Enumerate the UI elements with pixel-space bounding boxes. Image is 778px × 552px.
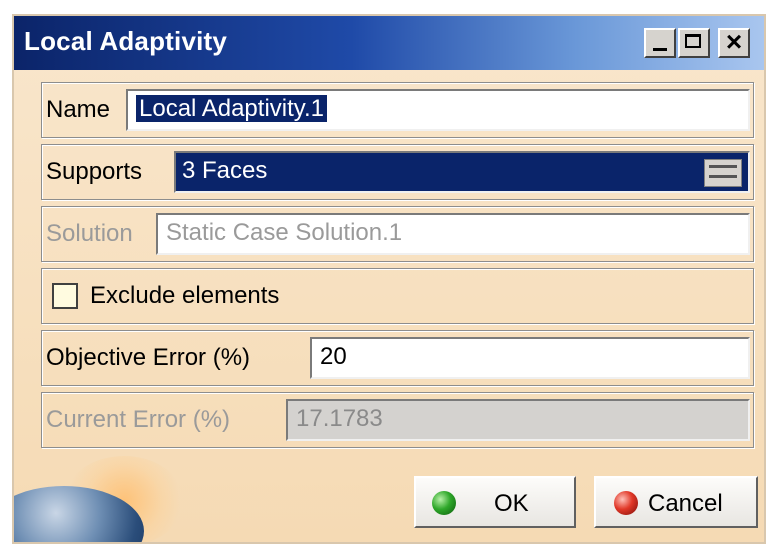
- supports-edit-button[interactable]: [704, 159, 742, 187]
- current-error-value: 17.1783: [296, 405, 383, 432]
- list-icon-line: [709, 175, 737, 178]
- window-title: Local Adaptivity: [24, 26, 228, 56]
- solution-label: Solution: [46, 220, 133, 247]
- objective-error-value: 20: [320, 343, 347, 370]
- supports-value: 3 Faces: [182, 157, 268, 184]
- close-icon: ×: [725, 26, 743, 57]
- solution-row: Solution Static Case Solution.1: [41, 206, 754, 262]
- objective-error-row: Objective Error (%) 20: [41, 330, 754, 386]
- exclude-elements-checkbox[interactable]: [52, 283, 78, 309]
- minimize-button[interactable]: [644, 28, 676, 58]
- supports-row: Supports 3 Faces: [41, 144, 754, 200]
- minimize-icon: [653, 48, 667, 51]
- ok-label: OK: [494, 490, 529, 517]
- maximize-button[interactable]: [678, 28, 710, 58]
- cancel-icon: [614, 491, 638, 515]
- current-error-field: 17.1783: [286, 399, 750, 441]
- maximize-icon: [685, 34, 701, 48]
- cancel-button[interactable]: Cancel: [594, 476, 758, 528]
- supports-field[interactable]: 3 Faces: [174, 151, 750, 193]
- solution-value: Static Case Solution.1: [166, 219, 403, 246]
- supports-label: Supports: [46, 158, 143, 185]
- title-bar[interactable]: Local Adaptivity ×: [14, 16, 764, 70]
- cancel-label: Cancel: [648, 490, 723, 517]
- local-adaptivity-dialog: Local Adaptivity × Name Local Adaptivity…: [12, 14, 766, 544]
- solution-field: Static Case Solution.1: [156, 213, 750, 255]
- list-icon: [709, 165, 737, 168]
- name-input[interactable]: Local Adaptivity.1: [126, 89, 750, 131]
- current-error-row: Current Error (%) 17.1783: [41, 392, 754, 448]
- exclude-elements-label: Exclude elements: [90, 282, 280, 309]
- ok-button[interactable]: OK: [414, 476, 576, 528]
- name-label: Name: [46, 96, 111, 123]
- objective-error-input[interactable]: 20: [310, 337, 750, 379]
- name-value: Local Adaptivity.1: [136, 95, 328, 122]
- objective-error-label: Objective Error (%): [46, 344, 251, 371]
- exclude-row: Exclude elements: [41, 268, 754, 324]
- name-row: Name Local Adaptivity.1: [41, 82, 754, 138]
- ok-icon: [432, 491, 456, 515]
- close-button[interactable]: ×: [718, 26, 750, 58]
- current-error-label: Current Error (%): [46, 406, 231, 433]
